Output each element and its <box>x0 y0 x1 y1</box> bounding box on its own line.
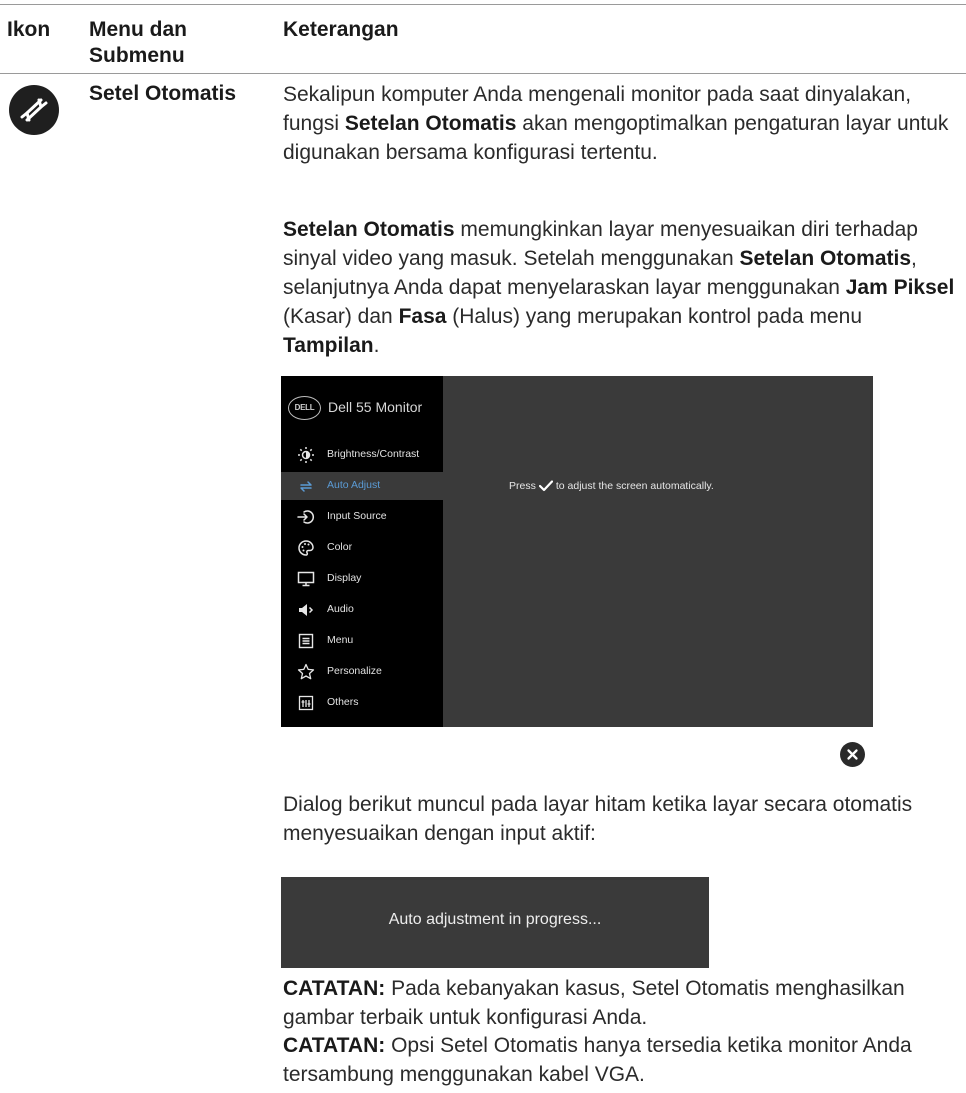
header-rule <box>0 73 966 74</box>
osd-item-label: Personalize <box>327 665 382 677</box>
osd-message: Press to adjust the screen automatically. <box>509 480 714 492</box>
close-icon[interactable] <box>840 742 865 767</box>
osd-item-label: Display <box>327 572 362 584</box>
description-paragraph-3: Dialog berikut muncul pada layar hitam k… <box>283 793 913 845</box>
osd-menu-screenshot: DELL Dell 55 Monitor Brightness/Contrast… <box>281 376 873 727</box>
dell-logo: DELL <box>288 396 321 420</box>
input-source-icon <box>297 510 314 524</box>
note-2: CATATAN: Opsi Setel Otomatis hanya terse… <box>283 1034 912 1086</box>
osd-item-label: Menu <box>327 634 354 646</box>
menu-name-auto-adjust: Setel Otomatis <box>89 82 237 105</box>
note-1: CATATAN: Pada kebanyakan kasus, Setel Ot… <box>283 977 905 1029</box>
auto-adjust-icon <box>300 481 312 492</box>
progress-message: Auto adjustment in progress... <box>388 911 602 928</box>
color-palette-icon <box>298 540 314 556</box>
auto-adjust-icon <box>8 84 60 136</box>
osd-item-label: Brightness/Contrast <box>327 448 420 460</box>
osd-item-label: Input Source <box>327 510 387 522</box>
osd-item-others[interactable]: Others <box>281 689 443 717</box>
column-header-icon: Ikon <box>7 18 51 41</box>
osd-item-personalize[interactable]: Personalize <box>281 658 443 686</box>
osd-header: DELL Dell 55 Monitor <box>281 376 443 442</box>
column-header-description: Keterangan <box>283 18 399 41</box>
checkmark-icon <box>538 480 553 492</box>
auto-adjust-progress-dialog: Auto adjustment in progress... <box>281 877 709 968</box>
description-paragraph-2: Setelan Otomatis memungkinkan layar meny… <box>283 218 955 357</box>
others-icon <box>298 695 314 711</box>
column-header-menu: Menu dan Submenu <box>89 18 187 67</box>
osd-item-label: Color <box>327 541 353 553</box>
osd-item-menu[interactable]: Menu <box>281 627 443 655</box>
osd-item-color[interactable]: Color <box>281 534 443 562</box>
osd-item-display[interactable]: Display <box>281 565 443 593</box>
star-icon <box>297 663 315 680</box>
osd-item-label: Audio <box>327 603 354 615</box>
speaker-icon <box>299 604 314 616</box>
osd-item-auto-adjust[interactable]: Auto Adjust <box>281 472 443 500</box>
table-top-rule <box>0 4 966 5</box>
osd-item-input-source[interactable]: Input Source <box>281 503 443 531</box>
osd-item-label: Auto Adjust <box>327 479 381 491</box>
menu-icon <box>298 633 314 649</box>
osd-sidebar: DELL Dell 55 Monitor Brightness/Contrast… <box>281 376 443 727</box>
description-paragraph-1: Sekalipun komputer Anda mengenali monito… <box>283 83 949 164</box>
osd-item-audio[interactable]: Audio <box>281 596 443 624</box>
display-icon <box>297 571 315 587</box>
osd-item-brightness-contrast[interactable]: Brightness/Contrast <box>281 441 443 469</box>
osd-title: Dell 55 Monitor <box>328 399 423 415</box>
osd-item-label: Others <box>327 696 359 708</box>
brightness-icon <box>298 447 314 463</box>
